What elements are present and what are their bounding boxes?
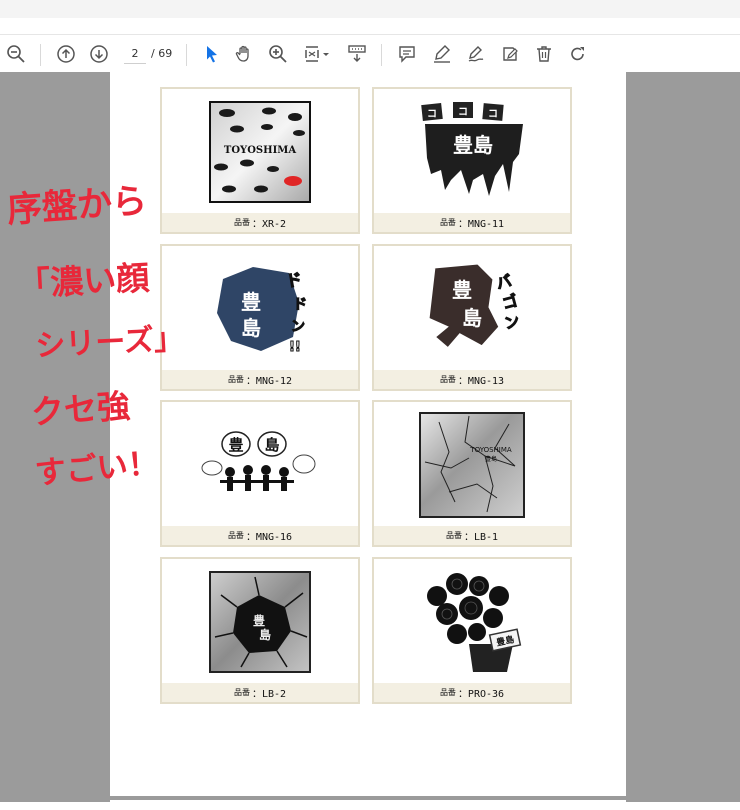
svg-text:島: 島 <box>462 306 482 330</box>
product-card: 豊 島 品番 ：MNG-16 <box>160 400 360 547</box>
product-card: バ ゴ ン 豊 島 品番 ：MNG-13 <box>372 244 572 391</box>
svg-text:コ: コ <box>458 107 468 118</box>
product-card: TOYOSHIMA 豊島 品番 ：LB-1 <box>372 400 572 547</box>
product-card: コ コ コ 豊島 品番 ：MNG-11 <box>372 87 572 234</box>
svg-text:島: 島 <box>241 316 261 340</box>
trash-icon[interactable] <box>532 42 556 66</box>
highlight-pen-icon[interactable] <box>430 42 454 66</box>
pdf-page: TOYOSHIMA 品番 ：XR-2 コ コ コ 豊島 品番 ：MNG-11 ド… <box>110 72 626 796</box>
stamp-edit-icon[interactable] <box>498 42 522 66</box>
svg-text:TOYOSHIMA: TOYOSHIMA <box>469 446 512 454</box>
svg-text:島: 島 <box>259 627 271 642</box>
svg-text:豊島: 豊島 <box>485 455 497 463</box>
svg-text:ド: ド <box>284 269 303 290</box>
svg-text:豊: 豊 <box>253 613 265 628</box>
svg-text:TOYOSHIMA: TOYOSHIMA <box>224 145 296 156</box>
product-image-xr2: TOYOSHIMA <box>162 89 358 215</box>
zoom-in-icon[interactable] <box>266 42 290 66</box>
fit-page-icon[interactable] <box>302 42 334 66</box>
product-card: TOYOSHIMA 品番 ：XR-2 <box>160 87 360 234</box>
scroll-mode-icon[interactable] <box>345 42 369 66</box>
product-code-caption: 品番 ：MNG-16 <box>162 526 358 545</box>
select-cursor-icon[interactable] <box>199 42 223 66</box>
svg-text:バ: バ <box>494 272 513 293</box>
svg-text:ン: ン <box>291 319 305 335</box>
svg-text:豊: 豊 <box>241 290 261 314</box>
svg-text:豊: 豊 <box>228 436 243 454</box>
svg-text:コ: コ <box>488 109 498 120</box>
product-code-caption: 品番 ：XR-2 <box>162 213 358 232</box>
svg-text:豊: 豊 <box>452 278 472 302</box>
product-image-mng13: バ ゴ ン 豊 島 <box>374 246 570 372</box>
previous-page-icon[interactable] <box>54 42 78 66</box>
product-image-mng11: コ コ コ 豊島 <box>374 89 570 215</box>
product-code-caption: 品番 ：LB-2 <box>162 683 358 702</box>
toolbar-divider <box>40 44 41 66</box>
product-image-lb1: TOYOSHIMA 豊島 <box>374 402 570 528</box>
svg-text:!!: !! <box>289 340 301 355</box>
svg-text:島: 島 <box>264 436 279 454</box>
zoom-out-icon[interactable] <box>4 42 28 66</box>
comment-icon[interactable] <box>395 42 419 66</box>
toolbar-divider <box>381 44 382 66</box>
redo-icon[interactable] <box>566 42 590 66</box>
product-card: 豊島 品番 ：PRO-36 <box>372 557 572 704</box>
toolbar-divider <box>186 44 187 66</box>
product-card: 豊 島 品番 ：LB-2 <box>160 557 360 704</box>
svg-text:豊島: 豊島 <box>453 133 493 157</box>
page-count: / 69 <box>151 47 173 60</box>
hand-tool-icon[interactable] <box>232 42 256 66</box>
next-page-icon[interactable] <box>87 42 111 66</box>
product-code-caption: 品番 ：LB-1 <box>374 526 570 545</box>
product-code-caption: 品番 ：MNG-11 <box>374 213 570 232</box>
product-code-caption: 品番 ：MNG-13 <box>374 370 570 389</box>
document-viewer[interactable]: TOYOSHIMA 品番 ：XR-2 コ コ コ 豊島 品番 ：MNG-11 ド… <box>0 72 740 810</box>
page-number-input[interactable]: 2 <box>124 45 146 64</box>
product-card: ド ド ン !! 豊 島 品番 ：MNG-12 <box>160 244 360 391</box>
draw-freehand-icon[interactable] <box>464 42 488 66</box>
product-image-pro36: 豊島 <box>374 559 570 685</box>
product-image-lb2: 豊 島 <box>162 559 358 685</box>
svg-text:ゴ: ゴ <box>500 292 519 313</box>
svg-text:コ: コ <box>427 109 437 120</box>
pdf-toolbar: 2 / 69 <box>0 34 740 74</box>
svg-text:ド: ド <box>293 297 307 313</box>
svg-text:ン: ン <box>502 312 521 333</box>
product-code-caption: 品番 ：MNG-12 <box>162 370 358 389</box>
browser-top-strip <box>0 0 740 18</box>
product-image-mng16: 豊 島 <box>162 402 358 528</box>
product-code-caption: 品番 ：PRO-36 <box>374 683 570 702</box>
product-image-mng12: ド ド ン !! 豊 島 <box>162 246 358 372</box>
